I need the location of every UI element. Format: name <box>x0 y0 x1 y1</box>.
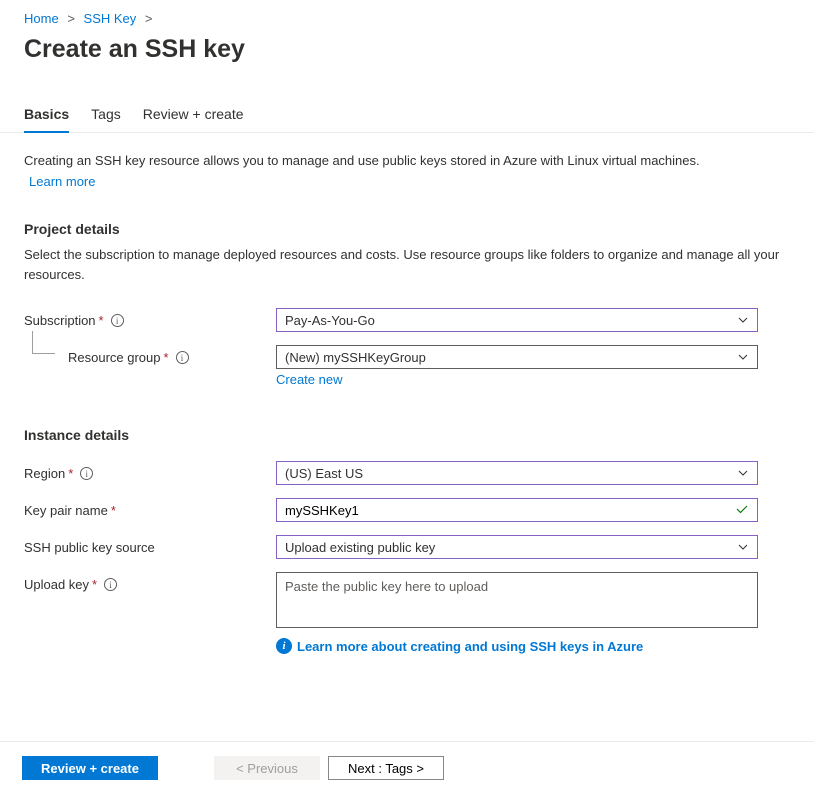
required-icon: * <box>92 577 97 592</box>
previous-button: < Previous <box>214 756 320 780</box>
required-icon: * <box>164 350 169 365</box>
project-details-desc: Select the subscription to manage deploy… <box>24 245 790 284</box>
create-new-link[interactable]: Create new <box>276 372 342 387</box>
check-icon <box>735 502 749 519</box>
info-icon[interactable]: i <box>80 467 93 480</box>
region-value: (US) East US <box>285 466 363 481</box>
instance-details-heading: Instance details <box>24 427 790 443</box>
info-icon[interactable]: i <box>111 314 124 327</box>
info-icon[interactable]: i <box>104 578 117 591</box>
chevron-right-icon: > <box>145 11 153 26</box>
required-icon: * <box>68 466 73 481</box>
keypair-label: Key pair name <box>24 503 108 518</box>
chevron-down-icon <box>737 351 749 363</box>
chevron-right-icon: > <box>67 11 75 26</box>
intro-body: Creating an SSH key resource allows you … <box>24 153 700 168</box>
source-value: Upload existing public key <box>285 540 435 555</box>
keypair-input[interactable] <box>285 503 735 518</box>
chevron-down-icon <box>737 541 749 553</box>
subscription-select[interactable]: Pay-As-You-Go <box>276 308 758 332</box>
upload-textarea[interactable] <box>285 579 749 621</box>
review-create-button[interactable]: Review + create <box>22 756 158 780</box>
breadcrumb: Home > SSH Key > <box>0 0 814 29</box>
tab-tags[interactable]: Tags <box>91 106 121 132</box>
info-icon[interactable]: i <box>176 351 189 364</box>
tabs: Basics Tags Review + create <box>0 64 814 133</box>
resource-group-label: Resource group <box>68 350 161 365</box>
keypair-input-wrap <box>276 498 758 522</box>
upload-textarea-wrap <box>276 572 758 628</box>
learn-ssh-link[interactable]: Learn more about creating and using SSH … <box>297 639 643 654</box>
source-label: SSH public key source <box>24 540 155 555</box>
content: Creating an SSH key resource allows you … <box>0 133 814 654</box>
required-icon: * <box>99 313 104 328</box>
subscription-label: Subscription <box>24 313 96 328</box>
footer: Review + create < Previous Next : Tags > <box>0 741 814 797</box>
intro-text: Creating an SSH key resource allows you … <box>24 151 790 191</box>
upload-label: Upload key <box>24 577 89 592</box>
region-select[interactable]: (US) East US <box>276 461 758 485</box>
tab-basics[interactable]: Basics <box>24 106 69 132</box>
source-select[interactable]: Upload existing public key <box>276 535 758 559</box>
region-label: Region <box>24 466 65 481</box>
chevron-down-icon <box>737 314 749 326</box>
resource-group-select[interactable]: (New) mySSHKeyGroup <box>276 345 758 369</box>
learn-more-link[interactable]: Learn more <box>29 172 790 192</box>
tab-review[interactable]: Review + create <box>143 106 244 132</box>
next-button[interactable]: Next : Tags > <box>328 756 444 780</box>
info-icon: i <box>276 638 292 654</box>
chevron-down-icon <box>737 467 749 479</box>
required-icon: * <box>111 503 116 518</box>
breadcrumb-sshkey[interactable]: SSH Key <box>84 11 137 26</box>
subscription-value: Pay-As-You-Go <box>285 313 375 328</box>
resource-group-value: (New) mySSHKeyGroup <box>285 350 426 365</box>
project-details-heading: Project details <box>24 221 790 237</box>
page-title: Create an SSH key <box>0 29 814 64</box>
breadcrumb-home[interactable]: Home <box>24 11 59 26</box>
